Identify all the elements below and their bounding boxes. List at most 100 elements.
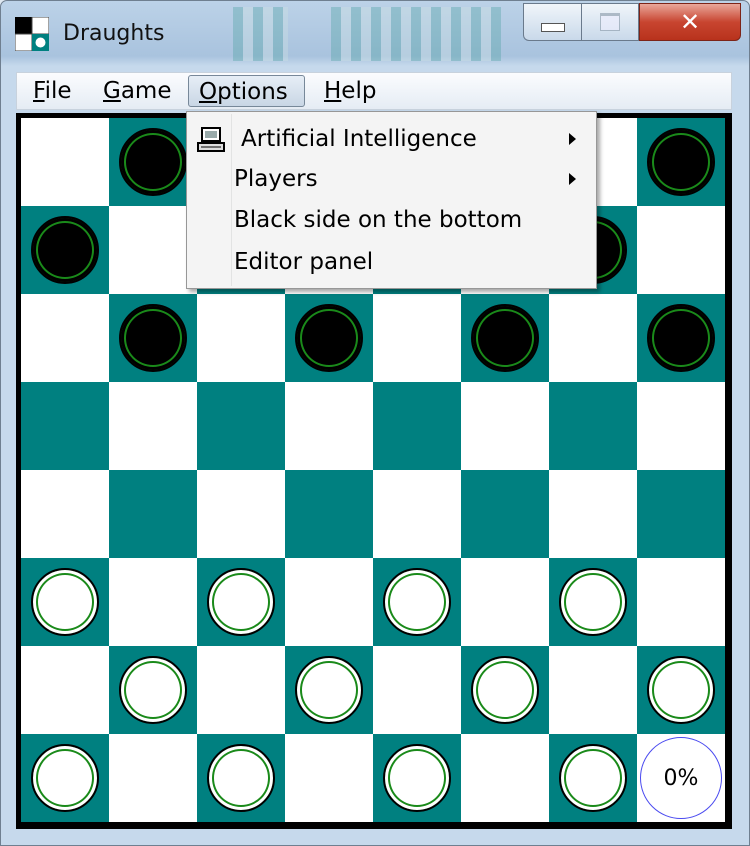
board-square[interactable] xyxy=(461,734,549,822)
black-piece[interactable] xyxy=(295,304,363,372)
board-square[interactable] xyxy=(373,646,461,734)
menu-bar: File Game Options Help xyxy=(16,72,732,110)
board-square[interactable] xyxy=(197,470,285,558)
board-square[interactable] xyxy=(461,294,549,382)
menu-item-editor-panel[interactable]: Editor panel xyxy=(189,242,594,282)
board-square[interactable] xyxy=(461,558,549,646)
white-piece[interactable] xyxy=(471,656,539,724)
board-square[interactable] xyxy=(285,294,373,382)
board-square[interactable] xyxy=(285,470,373,558)
board-square[interactable] xyxy=(637,206,725,294)
board-square[interactable] xyxy=(549,734,637,822)
maximize-button[interactable] xyxy=(581,3,639,41)
white-piece[interactable] xyxy=(207,744,275,812)
close-icon: ✕ xyxy=(679,8,701,36)
board-square[interactable] xyxy=(109,646,197,734)
close-button[interactable]: ✕ xyxy=(639,3,741,41)
white-piece[interactable] xyxy=(207,568,275,636)
board-square[interactable] xyxy=(197,734,285,822)
board-square[interactable] xyxy=(21,470,109,558)
board-square[interactable] xyxy=(549,558,637,646)
board-square[interactable] xyxy=(21,382,109,470)
board-square[interactable] xyxy=(285,734,373,822)
title-bar-decoration xyxy=(331,7,501,61)
board-square[interactable] xyxy=(373,382,461,470)
title-bar-decoration xyxy=(233,7,288,61)
white-piece[interactable] xyxy=(119,656,187,724)
board-square[interactable] xyxy=(21,118,109,206)
board-square[interactable] xyxy=(637,470,725,558)
board-square[interactable] xyxy=(21,294,109,382)
white-piece[interactable] xyxy=(559,568,627,636)
board-square[interactable] xyxy=(461,470,549,558)
board-square[interactable] xyxy=(373,734,461,822)
board-square[interactable] xyxy=(549,646,637,734)
board-square[interactable] xyxy=(109,206,197,294)
submenu-arrow-icon xyxy=(569,173,576,185)
board-square[interactable] xyxy=(637,294,725,382)
board-square[interactable] xyxy=(285,382,373,470)
board-square[interactable] xyxy=(197,646,285,734)
board-square[interactable] xyxy=(549,470,637,558)
ai-progress-indicator: 0% xyxy=(640,737,722,819)
board-square[interactable] xyxy=(285,558,373,646)
black-piece[interactable] xyxy=(119,128,187,196)
draughts-app-icon xyxy=(15,17,49,51)
submenu-arrow-icon xyxy=(569,133,576,145)
black-piece[interactable] xyxy=(647,128,715,196)
board-square[interactable] xyxy=(21,734,109,822)
black-piece[interactable] xyxy=(471,304,539,372)
board-square[interactable] xyxy=(285,646,373,734)
board-square[interactable]: 0% xyxy=(637,734,725,822)
board-square[interactable] xyxy=(21,646,109,734)
options-dropdown-menu: Artificial Intelligence Players Black si… xyxy=(186,111,597,289)
minimize-button[interactable] xyxy=(523,3,581,41)
title-bar[interactable]: Draughts ✕ xyxy=(1,1,749,67)
menu-file[interactable]: File xyxy=(23,75,82,107)
board-square[interactable] xyxy=(461,646,549,734)
menu-help[interactable]: Help xyxy=(314,75,386,107)
board-square[interactable] xyxy=(197,294,285,382)
black-piece[interactable] xyxy=(31,216,99,284)
board-square[interactable] xyxy=(109,734,197,822)
board-square[interactable] xyxy=(109,294,197,382)
menu-options[interactable]: Options xyxy=(188,75,305,107)
board-square[interactable] xyxy=(21,206,109,294)
menu-item-black-side-bottom[interactable]: Black side on the bottom xyxy=(189,200,594,240)
computer-icon xyxy=(197,127,225,152)
board-square[interactable] xyxy=(549,294,637,382)
menu-item-artificial-intelligence[interactable]: Artificial Intelligence xyxy=(189,119,594,159)
menu-item-label: Players xyxy=(234,166,318,192)
white-piece[interactable] xyxy=(559,744,627,812)
white-piece[interactable] xyxy=(31,744,99,812)
board-square[interactable] xyxy=(109,382,197,470)
black-piece[interactable] xyxy=(647,304,715,372)
menu-item-label: Editor panel xyxy=(234,249,374,275)
menu-item-players[interactable]: Players xyxy=(189,159,594,199)
board-square[interactable] xyxy=(197,558,285,646)
black-piece[interactable] xyxy=(119,304,187,372)
board-square[interactable] xyxy=(21,558,109,646)
board-square[interactable] xyxy=(373,470,461,558)
board-square[interactable] xyxy=(197,382,285,470)
white-piece[interactable] xyxy=(383,744,451,812)
board-square[interactable] xyxy=(549,382,637,470)
board-square[interactable] xyxy=(109,558,197,646)
board-square[interactable] xyxy=(109,118,197,206)
white-piece[interactable] xyxy=(383,568,451,636)
menu-game[interactable]: Game xyxy=(93,75,181,107)
white-piece[interactable] xyxy=(647,656,715,724)
board-square[interactable] xyxy=(373,558,461,646)
board-square[interactable] xyxy=(637,646,725,734)
window-title: Draughts xyxy=(63,21,165,46)
board-square[interactable] xyxy=(373,294,461,382)
board-square[interactable] xyxy=(461,382,549,470)
menu-item-label: Artificial Intelligence xyxy=(241,126,477,152)
white-piece[interactable] xyxy=(295,656,363,724)
caption-buttons: ✕ xyxy=(523,3,741,41)
board-square[interactable] xyxy=(637,558,725,646)
board-square[interactable] xyxy=(637,382,725,470)
board-square[interactable] xyxy=(637,118,725,206)
board-square[interactable] xyxy=(109,470,197,558)
white-piece[interactable] xyxy=(31,568,99,636)
